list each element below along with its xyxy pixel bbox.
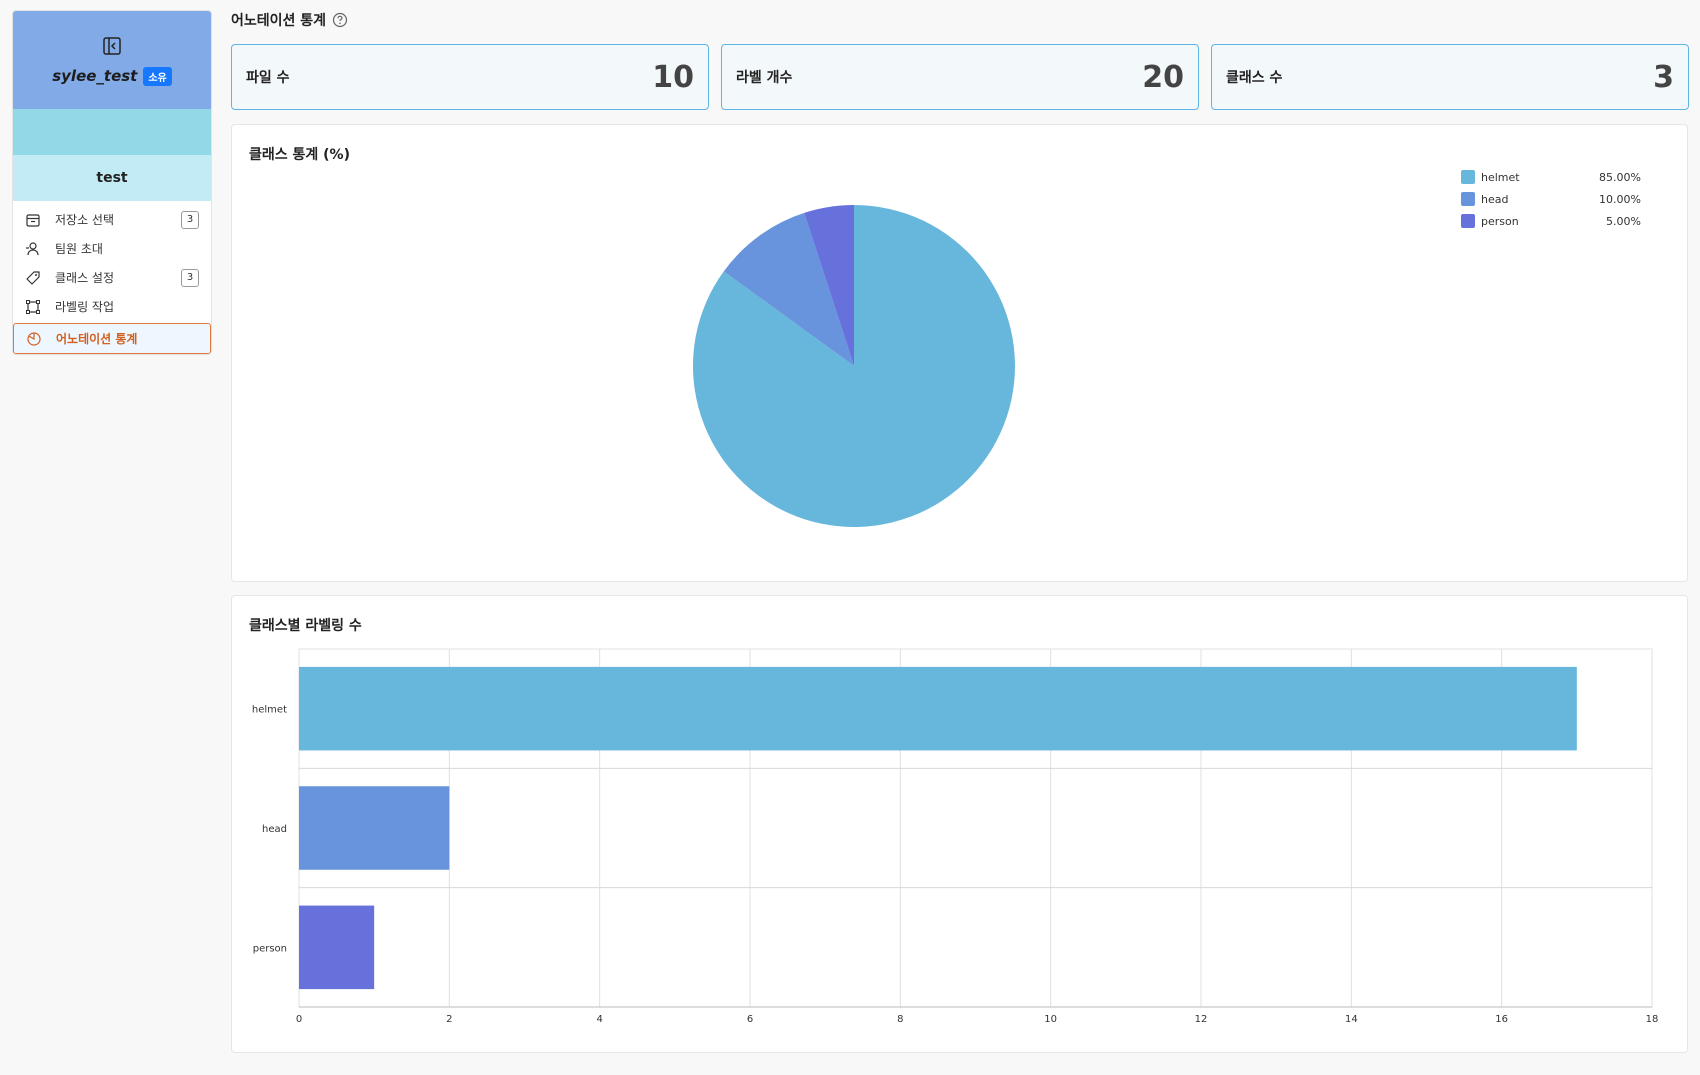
sidebar-item-annotation-stats[interactable]: 어노테이션 통계 (13, 323, 211, 354)
bar-head[interactable] (299, 786, 450, 870)
y-tick-label: head (262, 824, 287, 835)
stat-card-classes: 클래스 수 3 (1211, 44, 1689, 110)
sidebar-strip (13, 109, 211, 155)
legend-value: 10.00% (1599, 192, 1641, 206)
tag-icon (25, 270, 41, 286)
stat-value: 20 (1142, 59, 1184, 95)
legend-label: helmet (1481, 170, 1520, 184)
x-tick-label: 8 (897, 1014, 903, 1025)
owner-badge: 소유 (143, 66, 172, 86)
x-tick-label: 4 (596, 1014, 602, 1025)
count-badge: 3 (181, 268, 199, 287)
y-tick-label: person (253, 943, 287, 954)
stat-value: 3 (1653, 59, 1674, 95)
stat-value: 10 (652, 59, 694, 95)
pie-chart-card: 클래스 통계 (%) helmet 85.00% head 10.00% person 5… (231, 124, 1688, 582)
page-title: 어노테이션 통계 (231, 13, 327, 29)
stat-card-labels: 라벨 개수 20 (721, 44, 1199, 110)
x-tick-label: 10 (1044, 1014, 1057, 1025)
stat-label: 라벨 개수 (736, 70, 793, 86)
help-icon[interactable] (332, 12, 348, 28)
sidebar-item-label: 라벨링 작업 (55, 300, 115, 314)
stat-card-files: 파일 수 10 (231, 44, 709, 110)
sidebar-item-label: 클래스 설정 (55, 271, 115, 285)
sidebar-item-storage[interactable]: 저장소 선택 3 (13, 205, 211, 234)
sidebar-collapse-icon[interactable] (101, 35, 123, 57)
x-tick-label: 16 (1495, 1014, 1508, 1025)
pie-icon (26, 331, 42, 347)
bar-chart-card: 클래스별 라벨링 수 0 2 4 6 8 10 12 14 16 18 helmet head pers… (231, 595, 1688, 1053)
sidebar-item-class-settings[interactable]: 클래스 설정 3 (13, 263, 211, 292)
bar-person[interactable] (299, 905, 375, 990)
user-add-icon (25, 241, 41, 257)
stat-label: 클래스 수 (1226, 70, 1283, 86)
storage-icon (25, 212, 41, 228)
legend-swatch (1461, 214, 1475, 228)
sidebar-item-invite[interactable]: 팀원 초대 (13, 234, 211, 263)
legend-value: 5.00% (1606, 214, 1641, 228)
legend-value: 85.00% (1599, 170, 1641, 184)
page-title-row: 어노테이션 통계 (231, 10, 348, 30)
sidebar-item-labeling[interactable]: 라벨링 작업 (13, 292, 211, 321)
x-tick-label: 2 (446, 1014, 452, 1025)
x-tick-label: 12 (1195, 1014, 1208, 1025)
workspace-name: sylee_test (52, 67, 138, 85)
project-name[interactable]: test (13, 155, 211, 201)
legend-item-helmet[interactable]: helmet 85.00% (1461, 166, 1641, 188)
legend-swatch (1461, 170, 1475, 184)
bar-chart: 0 2 4 6 8 10 12 14 16 18 helmet head person (252, 648, 1659, 1025)
pie-legend: helmet 85.00% head 10.00% person 5.00% (1461, 166, 1641, 232)
x-tick-label: 18 (1646, 1014, 1659, 1025)
sidebar: sylee_test 소유 test 저장소 선택 3 팀원 초대 클래스 설정… (12, 10, 212, 355)
stat-label: 파일 수 (246, 70, 290, 86)
x-tick-label: 14 (1345, 1014, 1358, 1025)
count-badge: 3 (181, 210, 199, 229)
x-tick-label: 6 (747, 1014, 753, 1025)
legend-item-head[interactable]: head 10.00% (1461, 188, 1641, 210)
legend-swatch (1461, 192, 1475, 206)
workspace-header: sylee_test 소유 (13, 11, 211, 109)
legend-item-person[interactable]: person 5.00% (1461, 210, 1641, 232)
x-tick-label: 0 (296, 1014, 302, 1025)
bbox-icon (25, 299, 41, 315)
legend-label: person (1481, 214, 1519, 228)
sidebar-item-label: 저장소 선택 (55, 213, 115, 227)
y-tick-label: helmet (252, 705, 287, 716)
sidebar-item-label: 어노테이션 통계 (56, 332, 138, 346)
legend-label: head (1481, 192, 1509, 206)
bar-helmet[interactable] (299, 666, 1577, 751)
sidebar-menu: 저장소 선택 3 팀원 초대 클래스 설정 3 라벨링 작업 어노테이션 통계 (13, 201, 211, 354)
sidebar-item-label: 팀원 초대 (55, 242, 103, 256)
